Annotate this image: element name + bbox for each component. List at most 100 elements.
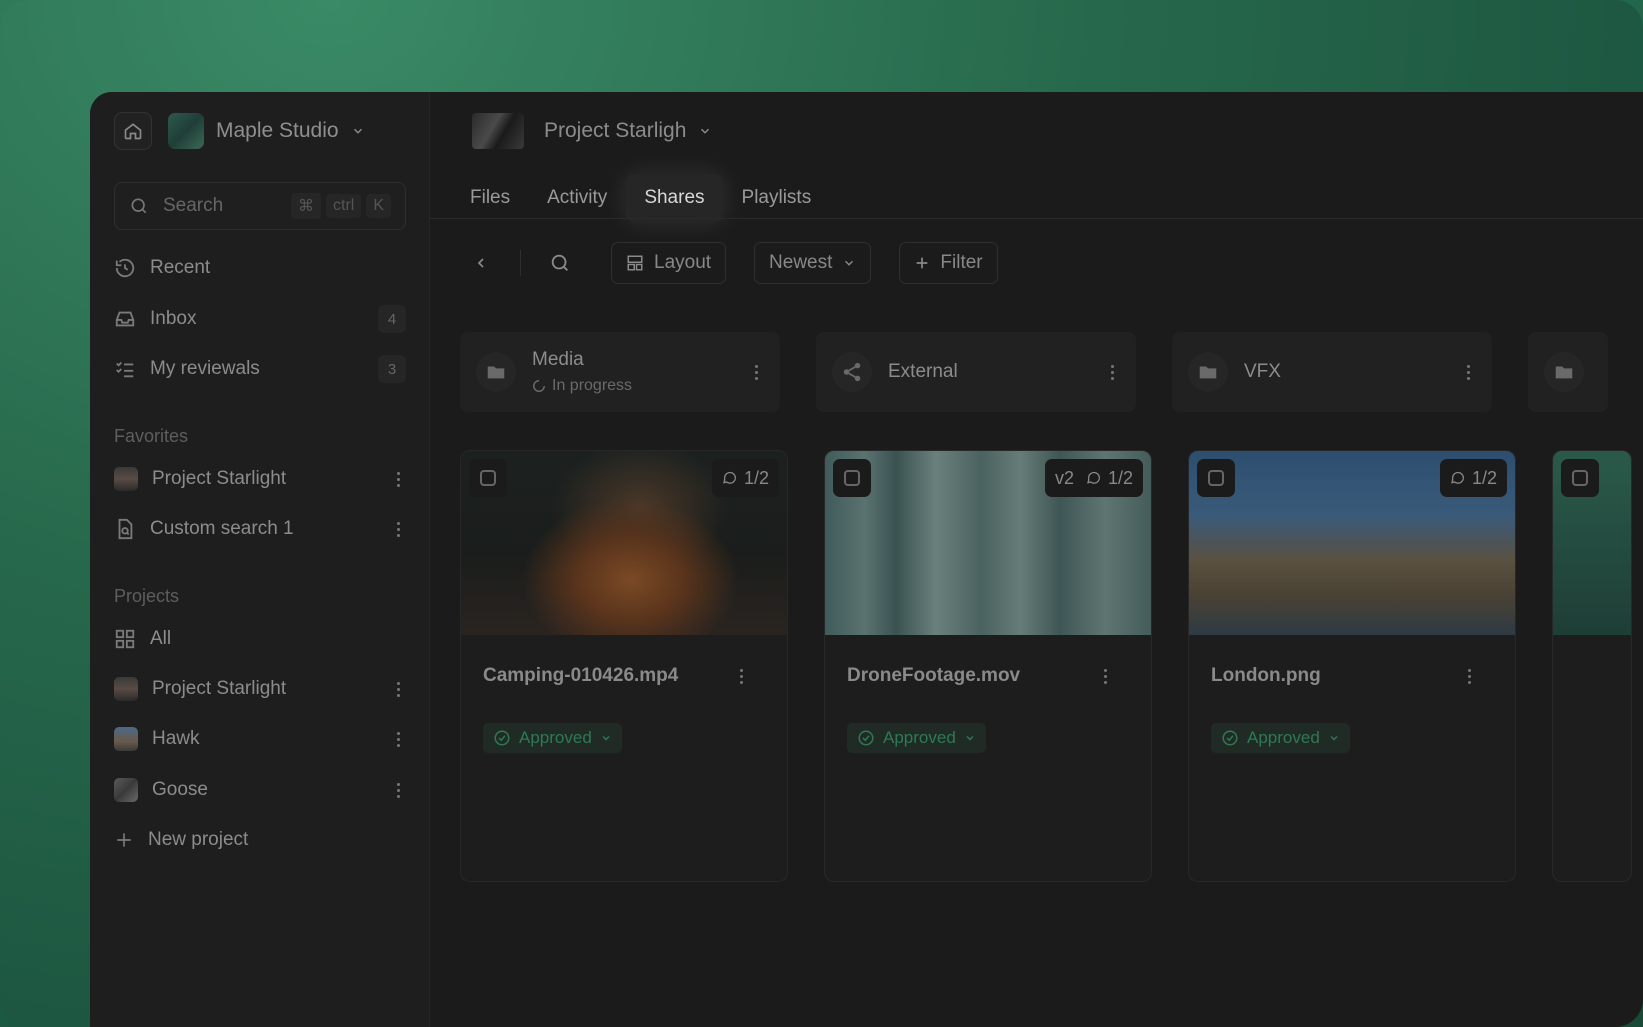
file-card[interactable]: v2 1/2 DroneFootage.mov Approved [824,450,1152,882]
favorites-heading: Favorites [114,426,189,446]
file-thumbnail: 1/2 [1189,451,1515,635]
search-input[interactable]: Search ⌘ ctrl K [114,182,406,230]
more-options-icon[interactable] [733,669,749,684]
home-icon [124,123,142,140]
more-options-icon[interactable] [1097,669,1113,684]
desktop-background: Maple Studio Search ⌘ ctrl K Recent Inbo… [0,0,1643,1027]
sidebar-item-my-reviewals[interactable]: My reviewals 3 [114,350,406,388]
file-thumbnail: 1/2 [461,451,787,635]
filter-button[interactable]: Filter [899,242,998,284]
file-thumbnail: v2 1/2 [825,451,1151,635]
file-card[interactable]: 1/2 Camping-010426.mp4 Approved [460,450,788,882]
grid-icon [115,629,135,649]
shortcut-key: ⌘ [291,193,321,219]
more-options-icon[interactable] [390,521,406,537]
project-label: All [150,628,172,649]
main-content: Project Starligh Files Activity Shares P… [430,92,1643,1027]
select-checkbox[interactable] [469,459,507,497]
check-circle-icon [858,730,874,746]
comment-count-text: 1/2 [1107,467,1133,488]
folder-card[interactable]: External [816,332,1136,412]
more-options-icon[interactable] [390,471,406,487]
chevron-down-icon [353,128,362,134]
tab-shares[interactable]: Shares [626,174,723,222]
select-checkbox[interactable] [833,459,871,497]
more-options-icon[interactable] [748,364,764,380]
folder-icon [476,352,516,392]
comment-count: 1/2 [711,459,779,497]
project-thumbnail [114,778,138,802]
check-circle-icon [1222,730,1238,746]
project-item[interactable]: Project Starlight [114,670,406,708]
project-thumbnail [472,113,524,149]
comment-icon [1451,471,1464,484]
count-badge: 4 [378,305,406,333]
more-options-icon[interactable] [1104,364,1120,380]
back-button[interactable] [460,242,502,284]
status-dropdown[interactable]: Approved [847,723,986,753]
more-options-icon[interactable] [390,681,406,697]
divider [520,250,521,276]
project-item-all[interactable]: All [114,620,406,658]
favorite-label: Project Starlight [152,468,287,489]
workspace-avatar [168,113,204,149]
sidebar-item-recent[interactable]: Recent [114,249,406,287]
status-dropdown[interactable]: Approved [1211,723,1350,753]
sidebar-item-label: Inbox [150,308,197,329]
workspace-name: Maple Studio [216,119,339,142]
more-options-icon[interactable] [1460,364,1476,380]
folder-card[interactable]: VFX [1172,332,1492,412]
sidebar-item-label: Recent [150,257,211,278]
favorite-item[interactable]: Project Starlight [114,460,406,498]
workspace-switcher[interactable]: Maple Studio [114,112,365,150]
chevron-left-icon [477,258,484,268]
favorite-label: Custom search 1 [150,518,294,539]
status-dropdown[interactable]: Approved [483,723,622,753]
folder-name: Media [532,349,584,370]
tab-files[interactable]: Files [452,174,528,222]
folder-card-partial[interactable] [1528,332,1608,412]
tab-activity[interactable]: Activity [529,174,625,222]
new-project-button[interactable]: New project [114,821,406,859]
project-label: Hawk [152,728,200,749]
version-comment-info: v2 1/2 [1044,459,1143,497]
file-card[interactable]: 1/2 London.png Approved [1188,450,1516,882]
more-options-icon[interactable] [390,731,406,747]
project-switcher[interactable]: Project Starligh [472,112,712,150]
folder-name: VFX [1244,361,1281,382]
comment-count-text: 1/2 [1471,467,1497,488]
sidebar-item-inbox[interactable]: Inbox 4 [114,300,406,338]
tab-bar: Files Activity Shares Playlists [452,174,830,222]
folder-icon [1544,352,1584,392]
file-card-partial[interactable] [1552,450,1632,882]
project-label: Goose [152,779,208,800]
file-search-icon [118,518,133,540]
select-checkbox[interactable] [1561,459,1599,497]
tab-playlists[interactable]: Playlists [724,174,830,222]
more-options-icon[interactable] [390,782,406,798]
comment-icon [723,471,736,484]
project-item[interactable]: Hawk [114,720,406,758]
select-checkbox[interactable] [1197,459,1235,497]
loading-icon [533,380,545,392]
comment-count: 1/2 [1439,459,1507,497]
count-badge: 3 [378,355,406,383]
search-icon [551,254,568,271]
comment-icon [1087,471,1100,484]
favorite-item[interactable]: Custom search 1 [114,510,406,548]
file-name: London.png [1211,665,1321,686]
divider [430,218,1643,219]
file-name: Camping-010426.mp4 [483,665,679,686]
check-circle-icon [494,730,510,746]
folder-name: External [888,361,958,382]
shortcut-key: ctrl [326,194,362,218]
layout-button[interactable]: Layout [611,242,727,284]
more-options-icon[interactable] [1461,669,1477,684]
home-button[interactable] [114,112,152,150]
project-thumbnail [114,727,138,751]
folder-card[interactable]: Media In progress [460,332,780,412]
chevron-down-icon [845,260,854,266]
project-item[interactable]: Goose [114,771,406,809]
sort-dropdown[interactable]: Newest [754,242,872,284]
search-button[interactable] [539,242,581,284]
